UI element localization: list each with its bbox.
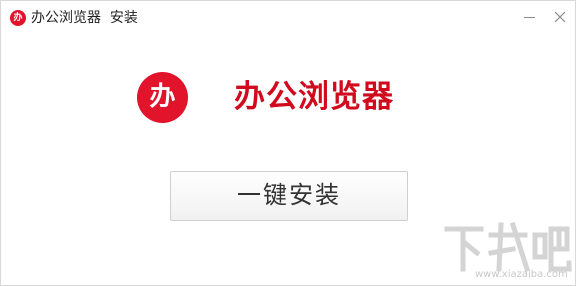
minimize-icon[interactable] — [519, 7, 541, 27]
title-bar[interactable]: 办 办公浏览器 安装 — [1, 1, 575, 35]
office-browser-logo-icon: 办 — [137, 72, 188, 123]
window-title: 办公浏览器 安装 — [31, 10, 138, 26]
product-name: 办公浏览器 — [234, 79, 394, 115]
one-click-install-button[interactable]: 一键安装 — [170, 171, 408, 221]
office-browser-logo-icon: 办 — [10, 10, 26, 26]
watermark-url: www.xiazaiba.com — [475, 269, 568, 280]
close-icon[interactable] — [549, 7, 571, 27]
installer-window: 办 办公浏览器 安装 办 办公浏览器 一键安装 www.xiazaiba.com — [0, 0, 576, 286]
